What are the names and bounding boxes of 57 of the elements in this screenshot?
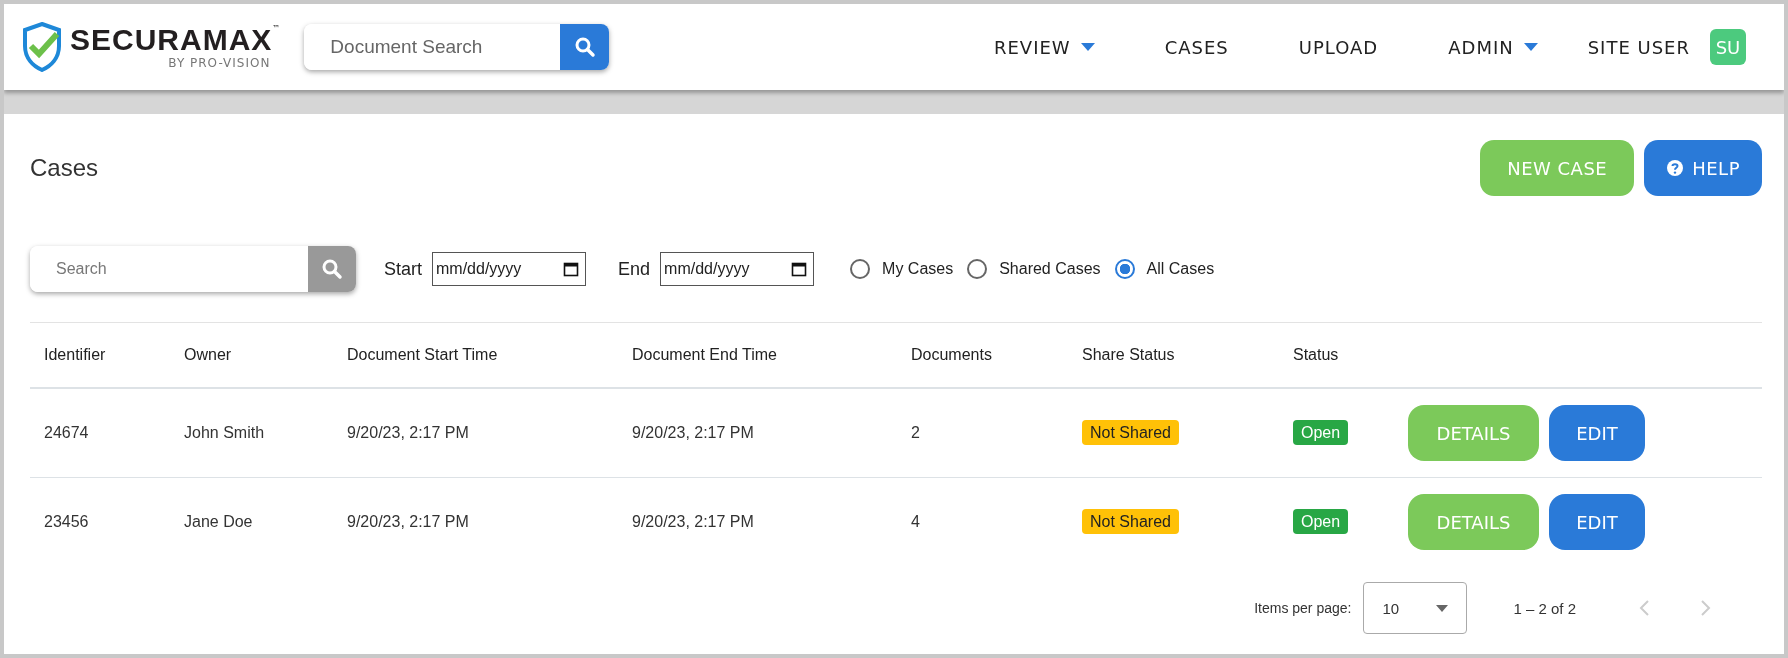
radio-label[interactable]: All Cases xyxy=(1146,260,1215,278)
edit-button[interactable]: EDIT xyxy=(1549,494,1645,550)
user-name: SITE USER xyxy=(1587,36,1690,58)
page-title: Cases xyxy=(30,154,99,182)
column-header: Identifier xyxy=(44,346,106,363)
table-cell: 2 xyxy=(911,424,920,441)
search-icon xyxy=(573,36,596,58)
radio-label[interactable]: My Cases xyxy=(882,260,954,278)
nav-link[interactable]: REVIEW xyxy=(993,36,1095,58)
nav-link[interactable]: CASES xyxy=(1164,36,1229,58)
search-field[interactable]: Search xyxy=(30,246,308,292)
column-header: Share Status xyxy=(1082,346,1175,363)
radio-button[interactable] xyxy=(967,259,988,279)
table-cell: John Smith xyxy=(184,424,265,441)
table-cell: 9/20/23, 2:17 PM xyxy=(347,513,469,530)
radio-label[interactable]: Shared Cases xyxy=(999,260,1101,278)
logo-tagline: BY PRO-VISION xyxy=(168,56,271,70)
status-badge: Open xyxy=(1293,420,1349,445)
shield-check-icon xyxy=(22,22,62,72)
items-per-page-label: Items per page: xyxy=(1254,600,1352,616)
radio-button[interactable] xyxy=(1114,259,1135,279)
column-header: Document End Time xyxy=(632,346,777,363)
start-date-field[interactable]: mm/dd/yyyy xyxy=(432,252,586,286)
column-header: Document Start Time xyxy=(347,346,498,363)
page-size-select[interactable]: 10 xyxy=(1363,582,1468,634)
calendar-icon xyxy=(791,261,808,277)
table-cell: 9/20/23, 2:17 PM xyxy=(347,424,469,441)
trademark: ™ xyxy=(272,24,281,33)
table-cell: 4 xyxy=(911,513,920,530)
help-icon xyxy=(1666,159,1685,177)
search-button[interactable] xyxy=(308,246,356,292)
table-cell: 9/20/23, 2:17 PM xyxy=(632,424,754,441)
table-cell: 9/20/23, 2:17 PM xyxy=(632,513,754,530)
logo-wordmark: SECURAMAX xyxy=(70,24,273,56)
table-cell: 24674 xyxy=(44,424,89,441)
page-range: 1 – 2 of 2 xyxy=(1513,599,1576,617)
nav-link[interactable]: ADMIN xyxy=(1448,36,1538,58)
search-button[interactable] xyxy=(560,24,610,70)
table-cell: 23456 xyxy=(44,513,89,530)
end-date-field[interactable]: mm/dd/yyyy xyxy=(660,252,815,286)
column-header: Documents xyxy=(911,346,992,363)
start-label: Start xyxy=(384,258,422,280)
document-search-field[interactable]: Document Search xyxy=(304,24,561,70)
table-cell: Jane Doe xyxy=(184,513,253,530)
column-header: Owner xyxy=(184,346,232,363)
help-button[interactable]: HELP xyxy=(1644,140,1762,196)
share-status-badge: Not Shared xyxy=(1082,509,1179,534)
share-status-badge: Not Shared xyxy=(1082,420,1179,445)
edit-button[interactable]: EDIT xyxy=(1549,405,1645,461)
end-label: End xyxy=(618,258,651,280)
caret-icon xyxy=(1436,604,1449,612)
radio-button[interactable] xyxy=(850,259,871,279)
column-header: Status xyxy=(1293,346,1339,363)
search-icon xyxy=(321,258,343,280)
calendar-icon xyxy=(563,261,579,277)
nav-link[interactable]: UPLOAD xyxy=(1298,36,1379,58)
status-badge: Open xyxy=(1293,509,1349,534)
